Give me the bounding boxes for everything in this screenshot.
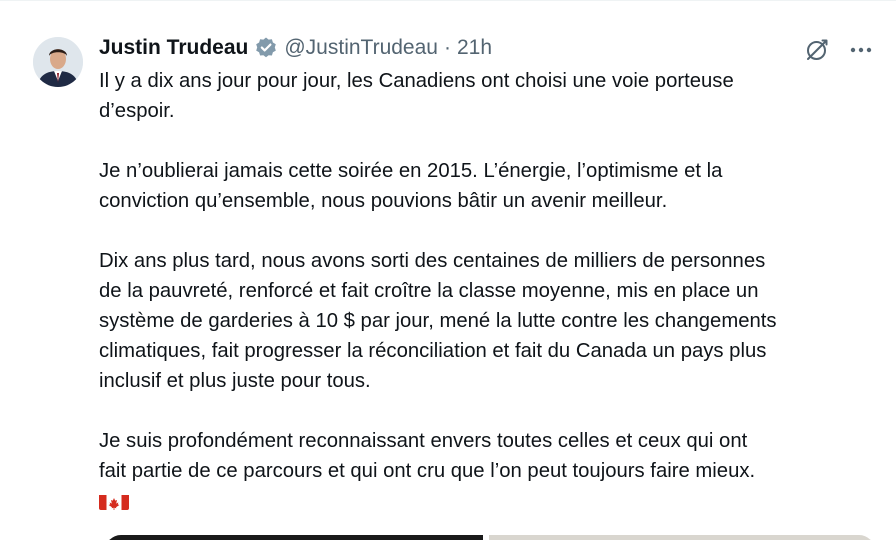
text-line: Je n’oublierai jamais cette soirée en 20… (99, 160, 723, 182)
text-line: climatiques, fait progresser la réconcil… (99, 340, 767, 362)
tweet-actions (804, 37, 874, 63)
grok-icon[interactable] (804, 37, 830, 63)
more-icon[interactable] (848, 37, 874, 63)
tweet-paragraph: Dix ans plus tard, nous avons sorti des … (99, 246, 879, 396)
tweet-header: Justin Trudeau @JustinTrudeau · 21h (99, 34, 492, 62)
separator-dot: · (443, 36, 451, 59)
text-line: conviction qu’ensemble, nous pouvions bâ… (99, 190, 668, 212)
tweet-media[interactable] (105, 535, 875, 540)
tweet-paragraph: Je n’oublierai jamais cette soirée en 20… (99, 156, 879, 216)
author-avatar[interactable] (33, 37, 83, 87)
media-image-1[interactable] (105, 535, 483, 540)
tweet-text: Il y a dix ans jour pour jour, les Canad… (99, 66, 879, 510)
author-name[interactable]: Justin Trudeau (99, 36, 248, 60)
text-line: de la pauvreté, renforcé et fait croître… (99, 280, 759, 302)
tweet-paragraph: Je suis profondément reconnaissant enver… (99, 426, 879, 486)
text-line: d’espoir. (99, 100, 175, 122)
text-line: Je suis profondément reconnaissant enver… (99, 430, 748, 452)
canada-flag-emoji (99, 492, 129, 510)
media-image-2[interactable] (489, 535, 875, 540)
tweet-paragraph: Il y a dix ans jour pour jour, les Canad… (99, 66, 879, 126)
timestamp[interactable]: 21h (457, 36, 492, 60)
text-line: Il y a dix ans jour pour jour, les Canad… (99, 70, 734, 92)
text-line: inclusif et plus juste pour tous. (99, 370, 371, 392)
avatar-photo-icon (33, 37, 83, 87)
text-line: Dix ans plus tard, nous avons sorti des … (99, 250, 766, 272)
verified-badge-icon (254, 36, 278, 60)
author-handle[interactable]: @JustinTrudeau (284, 36, 438, 60)
tweet[interactable]: Justin Trudeau @JustinTrudeau · 21h Il y… (0, 0, 896, 540)
text-line: fait partie de ce parcours et qui ont cr… (99, 460, 756, 482)
text-line: système de garderies à 10 $ par jour, me… (99, 310, 777, 332)
